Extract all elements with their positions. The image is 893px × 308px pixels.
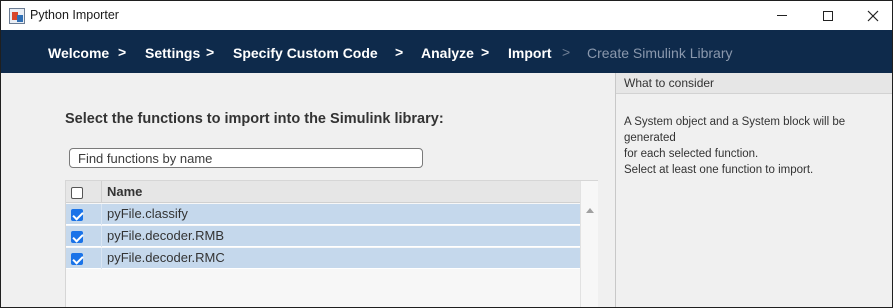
- column-header-name[interactable]: Name: [107, 184, 142, 199]
- window-title: Python Importer: [30, 8, 119, 22]
- row-checkbox[interactable]: [71, 209, 83, 221]
- table-scrollbar[interactable]: [580, 181, 598, 307]
- minimize-button[interactable]: [759, 1, 805, 30]
- what-to-consider-panel: What to consider A System object and a S…: [616, 73, 892, 307]
- breadcrumb-separator: >: [118, 44, 127, 60]
- function-name: pyFile.classify: [107, 206, 188, 221]
- panel-title: What to consider: [624, 76, 715, 90]
- breadcrumb-step-analyze[interactable]: Analyze: [421, 45, 474, 61]
- table-header: Name: [66, 181, 580, 203]
- import-panel: Select the functions to import into the …: [1, 73, 615, 307]
- row-checkbox[interactable]: [71, 253, 83, 265]
- app-window: Python Importer Welcome > Settings > Spe…: [0, 0, 893, 308]
- select-all-checkbox[interactable]: [71, 187, 83, 199]
- scroll-up-icon[interactable]: [586, 208, 594, 213]
- breadcrumb-step-import[interactable]: Import: [508, 45, 552, 61]
- breadcrumb-separator: >: [562, 44, 571, 60]
- workflow-breadcrumb: Welcome > Settings > Specify Custom Code…: [1, 30, 892, 73]
- table-row[interactable]: pyFile.decoder.RMC: [66, 248, 580, 269]
- panel-body: A System object and a System block will …: [624, 114, 886, 178]
- table-row[interactable]: pyFile.decoder.RMB: [66, 226, 580, 247]
- panel-header: What to consider: [616, 73, 892, 94]
- python-importer-app-icon: [9, 8, 25, 24]
- breadcrumb-step-specify-custom-code[interactable]: Specify Custom Code: [233, 45, 378, 61]
- row-checkbox[interactable]: [71, 231, 83, 243]
- function-name: pyFile.decoder.RMC: [107, 250, 225, 265]
- functions-table: Name pyFile.classify pyFile.decoder.RMB …: [65, 180, 598, 307]
- search-input[interactable]: [69, 148, 423, 168]
- info-text: Select at least one function to import.: [624, 164, 814, 176]
- info-text: for each selected function.: [624, 148, 759, 160]
- breadcrumb-step-welcome[interactable]: Welcome: [48, 45, 109, 61]
- breadcrumb-separator: >: [395, 44, 404, 60]
- table-row[interactable]: pyFile.classify: [66, 204, 580, 225]
- breadcrumb-step-settings[interactable]: Settings: [145, 45, 200, 61]
- close-button[interactable]: [850, 1, 892, 30]
- maximize-icon: [823, 10, 833, 21]
- breadcrumb-step-create-simulink-library: Create Simulink Library: [587, 45, 733, 61]
- function-name: pyFile.decoder.RMB: [107, 228, 225, 243]
- page-title: Select the functions to import into the …: [65, 111, 444, 127]
- close-icon: [867, 10, 879, 21]
- minimize-icon: [777, 15, 787, 16]
- maximize-button[interactable]: [805, 1, 851, 30]
- title-bar: Python Importer: [1, 1, 892, 30]
- info-text: A System object and a System block will …: [624, 116, 846, 144]
- breadcrumb-separator: >: [206, 44, 215, 60]
- breadcrumb-separator: >: [481, 44, 490, 60]
